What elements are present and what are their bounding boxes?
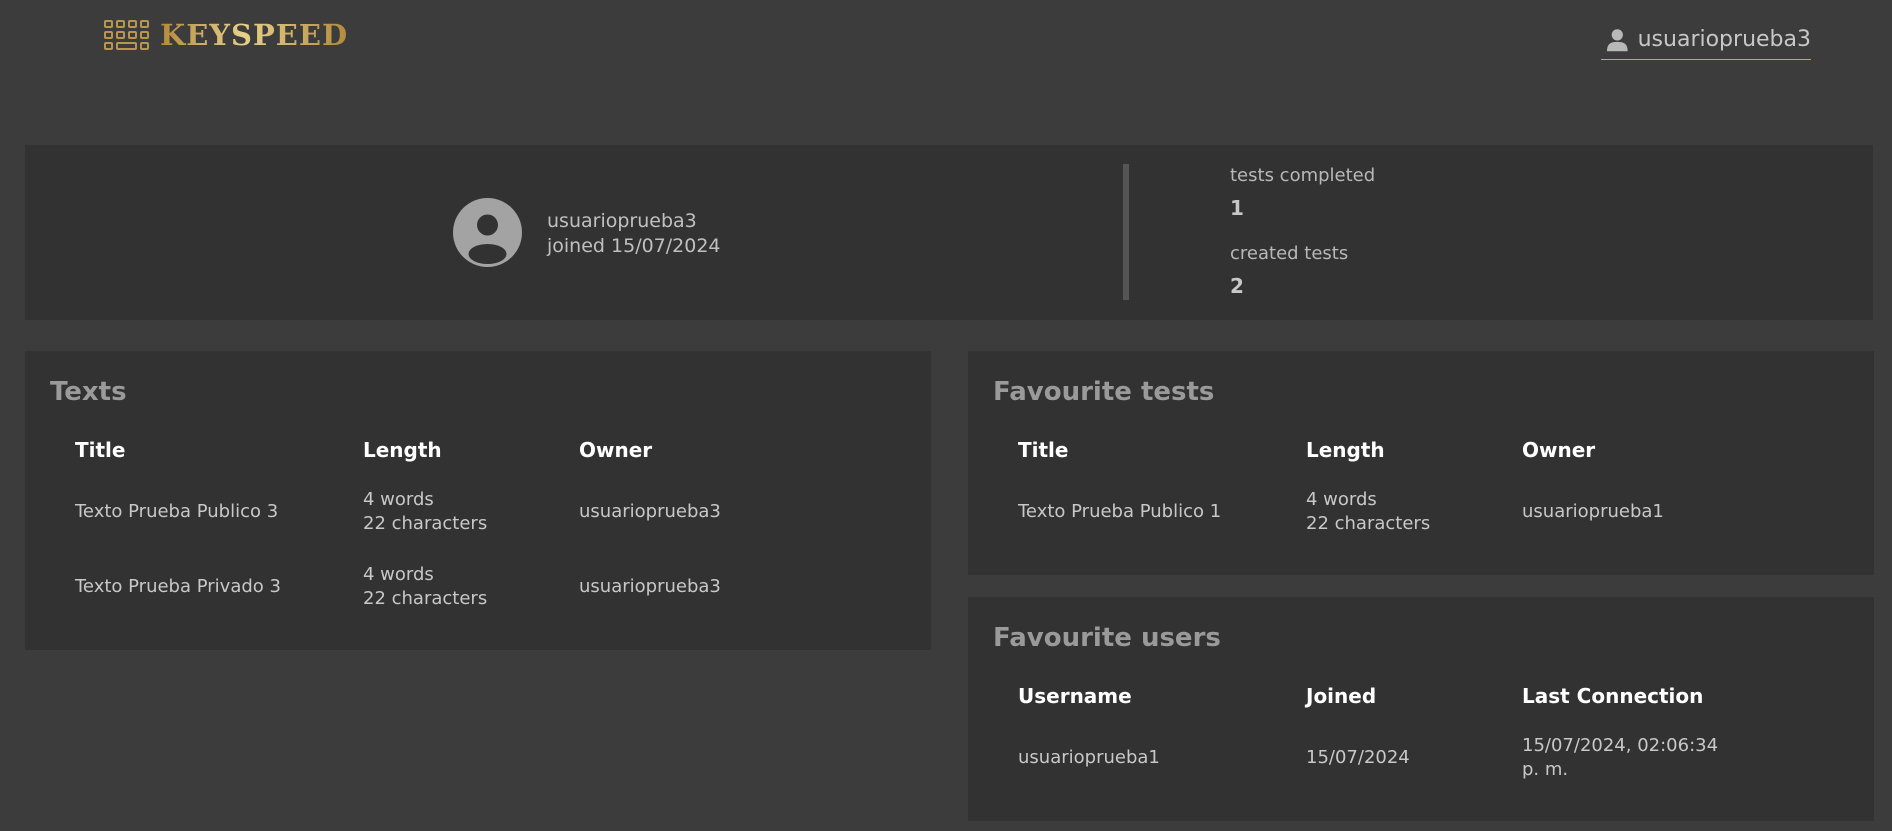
profile-joined-date: joined 15/07/2024	[547, 235, 721, 257]
tests-completed-label: tests completed	[1230, 165, 1376, 186]
row-title: Texto Prueba Privado 3	[75, 576, 281, 597]
tests-completed-value: 1	[1230, 196, 1244, 220]
row-length-words: 4 words	[363, 489, 434, 510]
row-username: usuarioprueba1	[1018, 747, 1160, 768]
user-icon	[1607, 28, 1628, 51]
column-header-last-connection: Last Connection	[1522, 684, 1704, 708]
profile-panel: usuarioprueba3 joined 15/07/2024 tests c…	[25, 145, 1873, 320]
row-owner: usuarioprueba1	[1522, 501, 1664, 522]
row-title: Texto Prueba Publico 3	[75, 501, 279, 522]
texts-panel: Texts Title Length Owner Texto Prueba Pu…	[25, 351, 931, 650]
column-header-username: Username	[1018, 684, 1132, 708]
logo[interactable]: KEYSPEED	[104, 18, 348, 52]
divider	[1123, 164, 1129, 300]
row-title: Texto Prueba Publico 1	[1018, 501, 1222, 522]
row-last-connection-ampm: p. m.	[1522, 759, 1569, 780]
texts-title: Texts	[50, 377, 127, 407]
row-length-words: 4 words	[363, 564, 434, 585]
row-owner: usuarioprueba3	[579, 576, 721, 597]
column-header-owner: Owner	[1522, 438, 1596, 462]
row-length-chars: 22 characters	[363, 513, 488, 534]
favourite-tests-title: Favourite tests	[993, 377, 1215, 407]
column-header-title: Title	[75, 438, 126, 462]
created-tests-value: 2	[1230, 274, 1244, 298]
created-tests-label: created tests	[1230, 243, 1349, 264]
row-length-words: 4 words	[1306, 489, 1377, 510]
row-last-connection-datetime: 15/07/2024, 02:06:34	[1522, 735, 1719, 756]
column-header-length: Length	[1306, 438, 1385, 462]
column-header-joined: Joined	[1306, 684, 1377, 708]
row-length-chars: 22 characters	[1306, 513, 1431, 534]
user-menu-button[interactable]: usuarioprueba3	[1601, 20, 1811, 60]
column-header-title: Title	[1018, 438, 1069, 462]
profile-username: usuarioprueba3	[547, 210, 697, 232]
user-avatar-icon	[453, 198, 522, 267]
brand-name: KEYSPEED	[160, 18, 349, 52]
keyboard-icon	[104, 18, 150, 52]
row-length-chars: 22 characters	[363, 588, 488, 609]
column-header-owner: Owner	[579, 438, 653, 462]
row-owner: usuarioprueba3	[579, 501, 721, 522]
user-menu-username: usuarioprueba3	[1637, 27, 1811, 52]
favourite-users-panel: Favourite users Username Joined Last Con…	[968, 597, 1874, 821]
favourite-users-title: Favourite users	[993, 623, 1221, 653]
row-joined: 15/07/2024	[1306, 747, 1410, 768]
column-header-length: Length	[363, 438, 442, 462]
top-bar: KEYSPEED usuarioprueba3	[0, 0, 1892, 80]
favourite-tests-panel: Favourite tests Title Length Owner Texto…	[968, 351, 1874, 575]
